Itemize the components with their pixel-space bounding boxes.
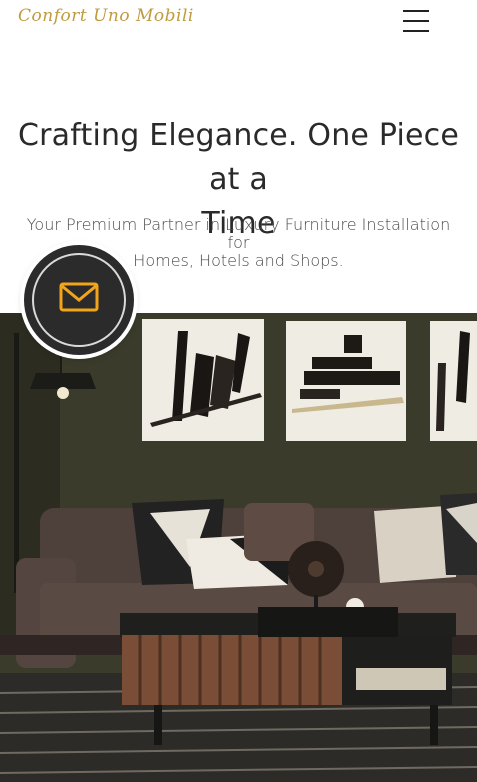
wall-painting bbox=[142, 319, 264, 441]
envelope-icon bbox=[59, 282, 99, 312]
living-room-illustration bbox=[0, 313, 477, 782]
hero-living-room-image bbox=[0, 313, 477, 782]
wall-painting bbox=[430, 321, 477, 441]
hamburger-menu-button[interactable] bbox=[403, 10, 429, 32]
brand-logo[interactable]: Confort Uno Mobili bbox=[18, 6, 194, 26]
hamburger-menu-icon-bar bbox=[403, 20, 429, 22]
hero-title-line: Crafting Elegance. One Piece at a bbox=[18, 118, 459, 197]
site-header: Confort Uno Mobili bbox=[0, 0, 477, 44]
contact-email-button[interactable] bbox=[24, 245, 134, 355]
wall-painting bbox=[286, 321, 406, 441]
hamburger-menu-icon-bar bbox=[403, 30, 429, 32]
hamburger-menu-icon bbox=[403, 10, 429, 12]
hero-subtitle-line: Homes, Hotels and Shops. bbox=[133, 251, 344, 270]
